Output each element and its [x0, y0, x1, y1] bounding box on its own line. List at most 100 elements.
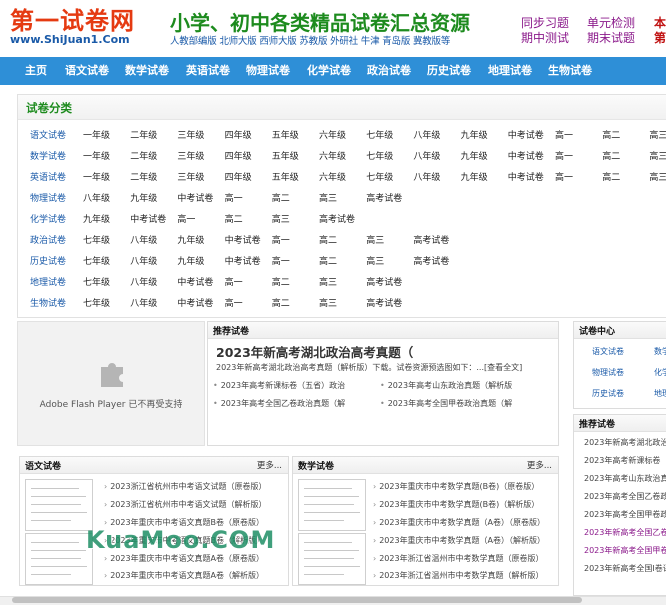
category-grade-link[interactable]: 高二	[319, 252, 337, 273]
category-grade-link[interactable]: 高二	[602, 147, 620, 168]
category-grade-link[interactable]: 八年级	[83, 189, 110, 210]
sidebar-rec-item[interactable]: 2023年新高考全国乙卷	[584, 527, 666, 538]
category-grade-link[interactable]: 高考试卷	[366, 294, 402, 315]
sidebar-rec-item[interactable]: 2023年高考全国甲卷政	[584, 509, 666, 520]
category-grade-link[interactable]: 三年级	[177, 168, 204, 189]
sidebar-center-link[interactable]: 数学	[654, 346, 666, 357]
category-grade-link[interactable]: 九年级	[461, 126, 488, 147]
chinese-more-link[interactable]: 更多...	[257, 459, 282, 471]
category-grade-link[interactable]: 七年级	[83, 294, 110, 315]
math-item[interactable]: › 2023年浙江省温州市中考数学真题（解析版）	[373, 570, 544, 581]
category-grade-link[interactable]: 高一	[225, 294, 243, 315]
category-grade-link[interactable]: 中考试卷	[177, 294, 213, 315]
category-grade-link[interactable]: 高考试卷	[366, 189, 402, 210]
math-item[interactable]: › 2023年重庆市中考数学真题（A卷）（解析版）	[373, 535, 545, 546]
nav-english[interactable]: 英语试卷	[186, 57, 230, 85]
category-grade-link[interactable]: 二年级	[130, 126, 157, 147]
category-grade-link[interactable]: 五年级	[272, 126, 299, 147]
category-grade-link[interactable]: 三年级	[177, 147, 204, 168]
category-grade-link[interactable]: 中考试卷	[508, 168, 544, 189]
category-grade-link[interactable]: 高二	[272, 189, 290, 210]
chinese-item[interactable]: › 2023浙江省杭州市中考语文试题（原卷版）	[104, 481, 267, 492]
category-grade-link[interactable]: 高二	[272, 273, 290, 294]
category-grade-link[interactable]: 七年级	[83, 273, 110, 294]
category-grade-link[interactable]: 高一	[272, 252, 290, 273]
sidebar-center-link[interactable]: 化学	[654, 367, 666, 378]
category-grade-link[interactable]: 高三	[319, 294, 337, 315]
category-grade-link[interactable]: 高考试卷	[413, 231, 449, 252]
category-subject-link[interactable]: 数学试卷	[30, 147, 66, 168]
math-item[interactable]: › 2023年重庆市中考数学真题(B卷)（原卷版）	[373, 481, 539, 492]
category-grade-link[interactable]: 高二	[602, 168, 620, 189]
category-grade-link[interactable]: 高三	[649, 147, 666, 168]
math-thumb-2[interactable]	[298, 533, 366, 585]
chinese-item[interactable]: › 2023年重庆市中考语文真题A卷（原卷版）	[104, 553, 264, 564]
category-grade-link[interactable]: 高二	[225, 210, 243, 231]
category-grade-link[interactable]: 高二	[602, 126, 620, 147]
category-grade-link[interactable]: 四年级	[225, 168, 252, 189]
sidebar-rec-item[interactable]: 2023年新高考全国甲卷	[584, 545, 666, 556]
chinese-item[interactable]: › 2023年重庆市中考语文真题A卷（解析版）	[104, 570, 264, 581]
category-grade-link[interactable]: 高考试卷	[413, 252, 449, 273]
math-thumb-1[interactable]	[298, 479, 366, 531]
sidebar-rec-item[interactable]: 2023年高考全国乙卷政	[584, 491, 666, 502]
site-logo[interactable]: 第一试卷网 www.ShiJuan1.Com	[10, 8, 150, 46]
category-grade-link[interactable]: 高三	[272, 210, 290, 231]
category-grade-link[interactable]: 三年级	[177, 126, 204, 147]
quick-link-final[interactable]: 期末试题	[587, 29, 635, 46]
sidebar-rec-item[interactable]: 2023年新高考湖北政治	[584, 437, 666, 448]
sidebar-center-link[interactable]: 历史试卷	[592, 388, 624, 399]
category-subject-link[interactable]: 化学试卷	[30, 210, 66, 231]
nav-physics[interactable]: 物理试卷	[246, 57, 290, 85]
sidebar-center-link[interactable]: 语文试卷	[592, 346, 624, 357]
recommended-link[interactable]: • 2023年高考新课标卷（五省）政治	[213, 380, 345, 391]
math-more-link[interactable]: 更多...	[527, 459, 552, 471]
category-grade-link[interactable]: 中考试卷	[225, 252, 261, 273]
category-grade-link[interactable]: 四年级	[225, 147, 252, 168]
category-grade-link[interactable]: 中考试卷	[130, 210, 166, 231]
quick-link-midterm[interactable]: 期中测试	[521, 29, 569, 46]
category-grade-link[interactable]: 六年级	[319, 126, 346, 147]
category-grade-link[interactable]: 二年级	[130, 147, 157, 168]
category-grade-link[interactable]: 中考试卷	[177, 273, 213, 294]
category-subject-link[interactable]: 地理试卷	[30, 273, 66, 294]
category-grade-link[interactable]: 八年级	[130, 252, 157, 273]
category-grade-link[interactable]: 四年级	[225, 126, 252, 147]
recommended-link[interactable]: • 2023年高考山东政治真题（解析版	[380, 380, 512, 391]
quick-link-corner-2[interactable]: 第	[654, 29, 666, 46]
sidebar-center-link[interactable]: 物理试卷	[592, 367, 624, 378]
sidebar-rec-item[interactable]: 2023年高考山东政治真	[584, 473, 666, 484]
sidebar-center-link[interactable]: 地理	[654, 388, 666, 399]
category-grade-link[interactable]: 高一	[177, 210, 195, 231]
sidebar-rec-item[interactable]: 2023年高考新课标卷	[584, 455, 660, 466]
nav-history[interactable]: 历史试卷	[427, 57, 471, 85]
category-grade-link[interactable]: 八年级	[130, 231, 157, 252]
category-grade-link[interactable]: 高三	[366, 252, 384, 273]
category-grade-link[interactable]: 八年级	[413, 126, 440, 147]
nav-geography[interactable]: 地理试卷	[488, 57, 532, 85]
chinese-thumb-1[interactable]	[25, 479, 93, 531]
category-grade-link[interactable]: 高考试卷	[319, 210, 355, 231]
category-grade-link[interactable]: 中考试卷	[508, 147, 544, 168]
category-grade-link[interactable]: 九年级	[177, 231, 204, 252]
category-grade-link[interactable]: 九年级	[461, 147, 488, 168]
scrollbar-thumb[interactable]	[12, 597, 582, 603]
category-grade-link[interactable]: 高一	[555, 126, 573, 147]
category-grade-link[interactable]: 七年级	[366, 126, 393, 147]
category-grade-link[interactable]: 高一	[272, 231, 290, 252]
recommended-link[interactable]: • 2023年高考全国甲卷政治真题（解	[380, 398, 512, 409]
category-grade-link[interactable]: 五年级	[272, 168, 299, 189]
category-grade-link[interactable]: 中考试卷	[177, 189, 213, 210]
category-grade-link[interactable]: 六年级	[319, 168, 346, 189]
category-grade-link[interactable]: 七年级	[83, 252, 110, 273]
nav-math[interactable]: 数学试卷	[125, 57, 169, 85]
category-grade-link[interactable]: 八年级	[130, 273, 157, 294]
category-subject-link[interactable]: 政治试卷	[30, 231, 66, 252]
math-item[interactable]: › 2023年浙江省温州市中考数学真题（原卷版）	[373, 553, 544, 564]
category-grade-link[interactable]: 九年级	[130, 189, 157, 210]
category-grade-link[interactable]: 九年级	[83, 210, 110, 231]
category-grade-link[interactable]: 八年级	[413, 147, 440, 168]
category-grade-link[interactable]: 一年级	[83, 147, 110, 168]
category-grade-link[interactable]: 高三	[319, 273, 337, 294]
nav-home[interactable]: 主页	[25, 57, 47, 85]
